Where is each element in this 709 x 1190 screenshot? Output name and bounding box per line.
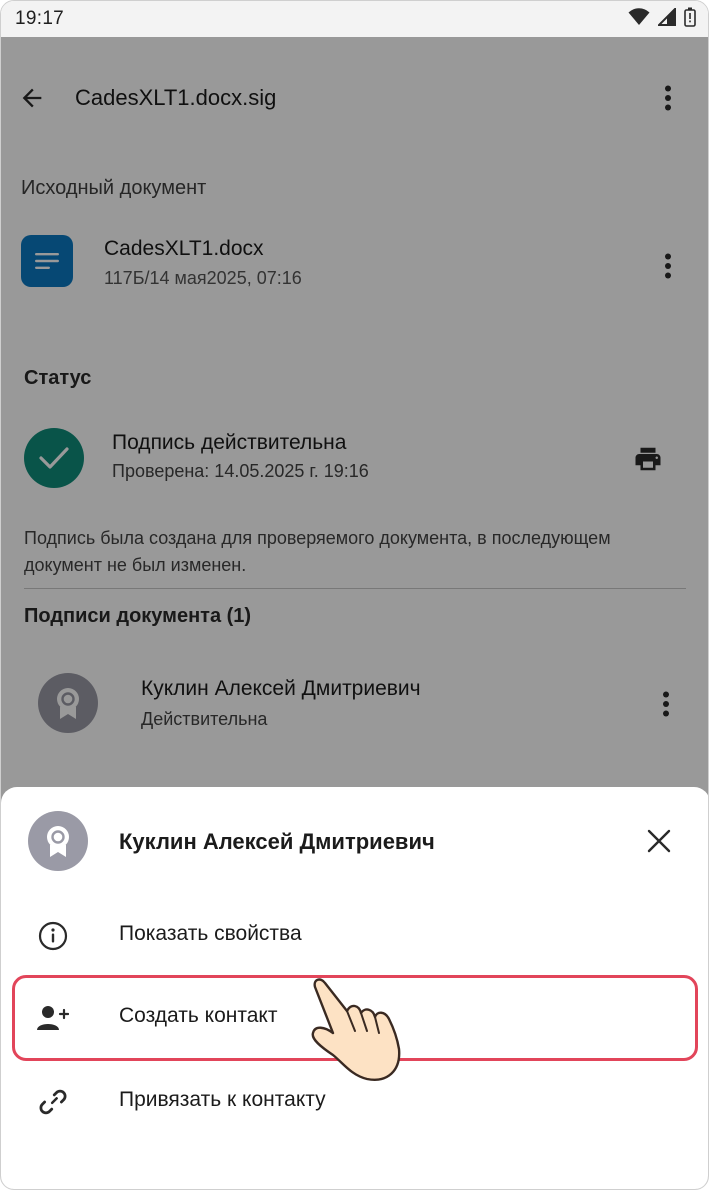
- wifi-icon: [628, 7, 650, 31]
- menu-item-show-properties[interactable]: Показать свойства: [1, 895, 708, 975]
- more-vert-icon: [665, 253, 671, 279]
- status-title: Подпись действительна: [112, 431, 347, 454]
- divider: [24, 588, 686, 589]
- file-meta: 117Б/14 мая2025, 07:16: [104, 268, 302, 288]
- print-button[interactable]: [629, 441, 667, 477]
- status-section-label: Статус: [24, 367, 92, 389]
- device-frame: 19:17 CadesXLT1.docx.sig Исходный докуме…: [0, 0, 709, 1190]
- signer-more-button[interactable]: [652, 687, 680, 721]
- more-options-button[interactable]: [654, 81, 682, 115]
- signal-icon: [656, 6, 676, 31]
- status-subtitle: Проверена: 14.05.2025 г. 19:16: [112, 461, 369, 481]
- sheet-title: Куклин Алексей Дмитриевич: [119, 829, 435, 854]
- certificate-avatar-icon: [38, 673, 98, 733]
- battery-icon: [684, 7, 696, 32]
- source-document-label: Исходный документ: [21, 177, 207, 199]
- status-description: Подпись была создана для проверяемого до…: [24, 528, 611, 575]
- top-app-bar: CadesXLT1.docx.sig: [1, 37, 708, 159]
- file-name[interactable]: CadesXLT1.docx: [104, 237, 264, 261]
- menu-item-label: Создать контакт: [119, 1004, 278, 1027]
- document-icon: [21, 235, 73, 287]
- menu-item-label: Показать свойства: [119, 922, 302, 945]
- back-button[interactable]: [15, 81, 49, 115]
- menu-item-create-contact[interactable]: Создать контакт: [1, 977, 708, 1057]
- menu-item-link-to-contact[interactable]: Привязать к контакту: [1, 1061, 708, 1141]
- signatures-section-label: Подписи документа (1): [24, 605, 252, 627]
- close-button[interactable]: [641, 823, 677, 859]
- link-icon: [36, 1085, 70, 1119]
- page-title: CadesXLT1.docx.sig: [75, 85, 277, 110]
- check-icon: [24, 428, 84, 488]
- bottom-sheet: Куклин Алексей Дмитриевич Показать свойс…: [1, 787, 708, 1189]
- status-time: 19:17: [15, 8, 65, 29]
- person-add-icon: [36, 1001, 70, 1035]
- more-vert-icon: [665, 85, 671, 111]
- file-more-button[interactable]: [654, 249, 682, 283]
- close-icon: [647, 829, 671, 853]
- menu-item-label: Привязать к контакту: [119, 1088, 326, 1111]
- signer-status: Действительна: [141, 709, 268, 729]
- system-icons: [628, 6, 696, 32]
- status-bar: 19:17: [1, 1, 708, 37]
- certificate-avatar-icon: [28, 811, 88, 871]
- more-vert-icon: [663, 691, 669, 717]
- signer-name[interactable]: Куклин Алексей Дмитриевич: [141, 677, 421, 701]
- arrow-back-icon: [22, 88, 42, 108]
- print-icon: [635, 447, 661, 471]
- info-icon: [36, 919, 70, 953]
